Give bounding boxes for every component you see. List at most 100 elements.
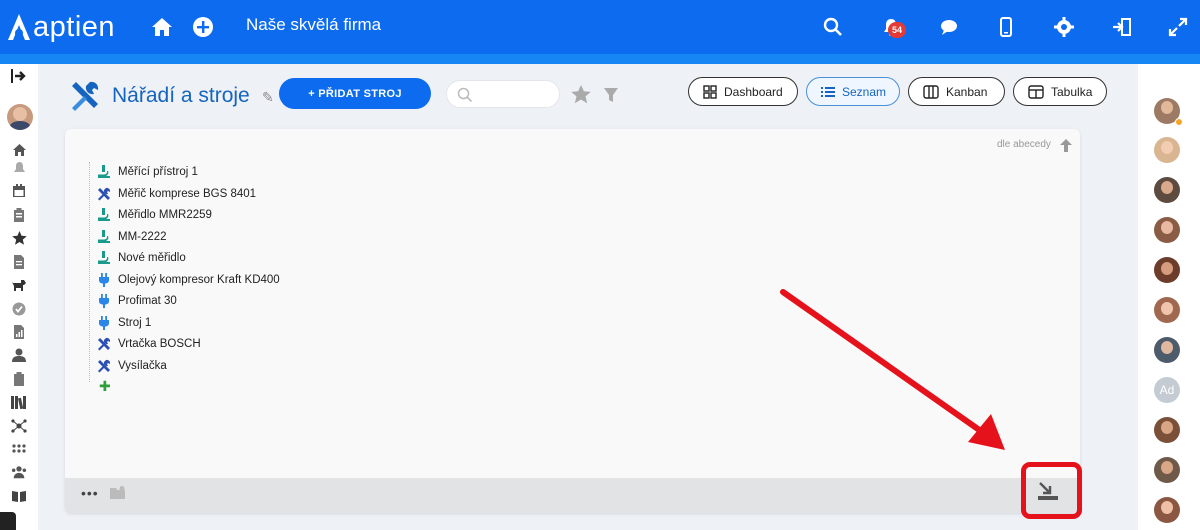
add-item-plus-icon[interactable]: ✚ bbox=[99, 378, 111, 395]
filter-icon[interactable] bbox=[603, 87, 619, 103]
sort-label[interactable]: dle abecedy bbox=[997, 139, 1051, 150]
view-label: Kanban bbox=[946, 84, 988, 99]
plug-icon bbox=[96, 293, 112, 309]
avatar[interactable] bbox=[1154, 457, 1180, 483]
home-icon[interactable] bbox=[149, 14, 175, 40]
plus-circle-icon[interactable] bbox=[190, 14, 216, 40]
more-apps-icon[interactable] bbox=[11, 441, 27, 457]
avatar[interactable] bbox=[1154, 297, 1180, 323]
dashboard-icon bbox=[703, 84, 717, 99]
edit-pencil-icon[interactable]: ✎ bbox=[262, 89, 274, 106]
calendar-icon[interactable] bbox=[11, 183, 27, 199]
microscope-icon bbox=[96, 164, 112, 180]
collapse-sidebar-icon[interactable] bbox=[11, 68, 27, 84]
list-item[interactable]: Stroj 1 bbox=[96, 314, 151, 332]
avatar[interactable] bbox=[1154, 257, 1180, 283]
list-item-label: Měřící přístroj 1 bbox=[118, 166, 198, 178]
avatar[interactable] bbox=[1154, 497, 1180, 523]
clipboard-icon[interactable] bbox=[11, 207, 27, 223]
clipboard-blank-icon[interactable] bbox=[11, 371, 27, 387]
view-label: Dashboard bbox=[724, 84, 783, 99]
person-icon[interactable] bbox=[11, 347, 27, 363]
network-icon[interactable] bbox=[11, 418, 27, 434]
notification-badge: 54 bbox=[888, 22, 906, 38]
list-item[interactable]: Měřící přístroj 1 bbox=[96, 163, 198, 181]
logout-icon[interactable] bbox=[1109, 14, 1135, 40]
list-item[interactable]: Vrtačka BOSCH bbox=[96, 335, 201, 353]
right-sidebar: Ad bbox=[1138, 64, 1200, 530]
library-icon[interactable] bbox=[11, 394, 27, 410]
help-tab[interactable] bbox=[0, 512, 16, 530]
list-item-label: Stroj 1 bbox=[118, 316, 152, 329]
bell-icon[interactable] bbox=[11, 160, 27, 176]
company-name[interactable]: Naše skvělá firma bbox=[246, 15, 381, 35]
list-item[interactable]: Měřidlo MMR2259 bbox=[96, 206, 212, 224]
dog-icon[interactable] bbox=[11, 277, 27, 293]
search-icon bbox=[457, 87, 473, 103]
gear-icon[interactable] bbox=[1051, 14, 1077, 40]
search-input[interactable] bbox=[446, 80, 560, 108]
online-status-dot bbox=[1175, 118, 1183, 126]
plug-icon bbox=[96, 272, 112, 288]
document-icon[interactable] bbox=[11, 254, 27, 270]
brand-logo[interactable]: aptien bbox=[6, 10, 115, 44]
view-list-button[interactable]: Seznam bbox=[806, 77, 900, 106]
tree-guide-line bbox=[89, 162, 90, 382]
list-item[interactable]: Nové měřidlo bbox=[96, 249, 186, 267]
microscope-icon bbox=[96, 250, 112, 266]
avatar[interactable] bbox=[1154, 417, 1180, 443]
list-item[interactable]: Olejový kompresor Kraft KD400 bbox=[96, 271, 280, 289]
avatar[interactable] bbox=[1154, 177, 1180, 203]
tools-icon bbox=[96, 336, 112, 352]
view-kanban-button[interactable]: Kanban bbox=[908, 77, 1005, 106]
check-circle-icon[interactable] bbox=[11, 301, 27, 317]
expand-icon[interactable] bbox=[1165, 14, 1191, 40]
list-item[interactable]: Měřič komprese BGS 8401 bbox=[96, 185, 256, 203]
add-machine-button[interactable]: + PŘIDAT STROJ bbox=[279, 78, 431, 109]
avatar[interactable] bbox=[1154, 137, 1180, 163]
panel-footer bbox=[65, 478, 1080, 513]
tools-icon bbox=[96, 358, 112, 374]
top-bar-strip bbox=[0, 54, 1200, 64]
folder-icon[interactable] bbox=[110, 486, 126, 499]
report-icon[interactable] bbox=[11, 324, 27, 340]
sort-up-arrow-icon[interactable] bbox=[1060, 139, 1072, 152]
user-avatar[interactable] bbox=[7, 104, 33, 130]
list-item[interactable]: Profimat 30 bbox=[96, 292, 177, 310]
book-icon[interactable] bbox=[11, 488, 27, 504]
highlight-box bbox=[1021, 462, 1082, 519]
list-item[interactable]: MM-2222 bbox=[96, 228, 167, 246]
team-icon[interactable] bbox=[11, 464, 27, 480]
brand-mark-icon bbox=[8, 14, 30, 40]
avatar[interactable] bbox=[1154, 217, 1180, 243]
home-icon[interactable] bbox=[11, 142, 27, 158]
microscope-icon bbox=[96, 229, 112, 245]
more-options-icon[interactable]: ••• bbox=[81, 485, 99, 501]
list-item-label: Vrtačka BOSCH bbox=[118, 338, 201, 350]
view-dashboard-button[interactable]: Dashboard bbox=[688, 77, 798, 106]
list-item-label: Nové měřidlo bbox=[118, 252, 186, 264]
favorite-star-icon[interactable] bbox=[571, 85, 591, 104]
view-table-button[interactable]: Tabulka bbox=[1013, 77, 1107, 106]
view-label: Tabulka bbox=[1051, 84, 1093, 99]
microscope-icon bbox=[96, 207, 112, 223]
table-icon bbox=[1028, 84, 1044, 99]
top-bar bbox=[0, 0, 1200, 54]
page-title: Nářadí a stroje bbox=[112, 84, 250, 107]
mobile-icon[interactable] bbox=[993, 14, 1019, 40]
brand-name: aptien bbox=[33, 10, 116, 43]
avatar[interactable] bbox=[1154, 337, 1180, 363]
list-item-label: MM-2222 bbox=[118, 230, 167, 243]
list-item-label: Olejový kompresor Kraft KD400 bbox=[118, 273, 280, 286]
left-sidebar bbox=[0, 64, 38, 530]
plug-icon bbox=[96, 315, 112, 331]
view-label: Seznam bbox=[842, 84, 887, 99]
list-item-label: Měřič komprese BGS 8401 bbox=[118, 187, 257, 200]
kanban-icon bbox=[923, 84, 939, 99]
list-item[interactable]: Vysílačka bbox=[96, 357, 167, 375]
avatar-initials[interactable]: Ad bbox=[1154, 377, 1180, 403]
chat-icon[interactable] bbox=[936, 14, 962, 40]
star-icon[interactable] bbox=[11, 230, 27, 246]
search-icon[interactable] bbox=[820, 14, 846, 40]
tools-icon bbox=[72, 81, 99, 111]
